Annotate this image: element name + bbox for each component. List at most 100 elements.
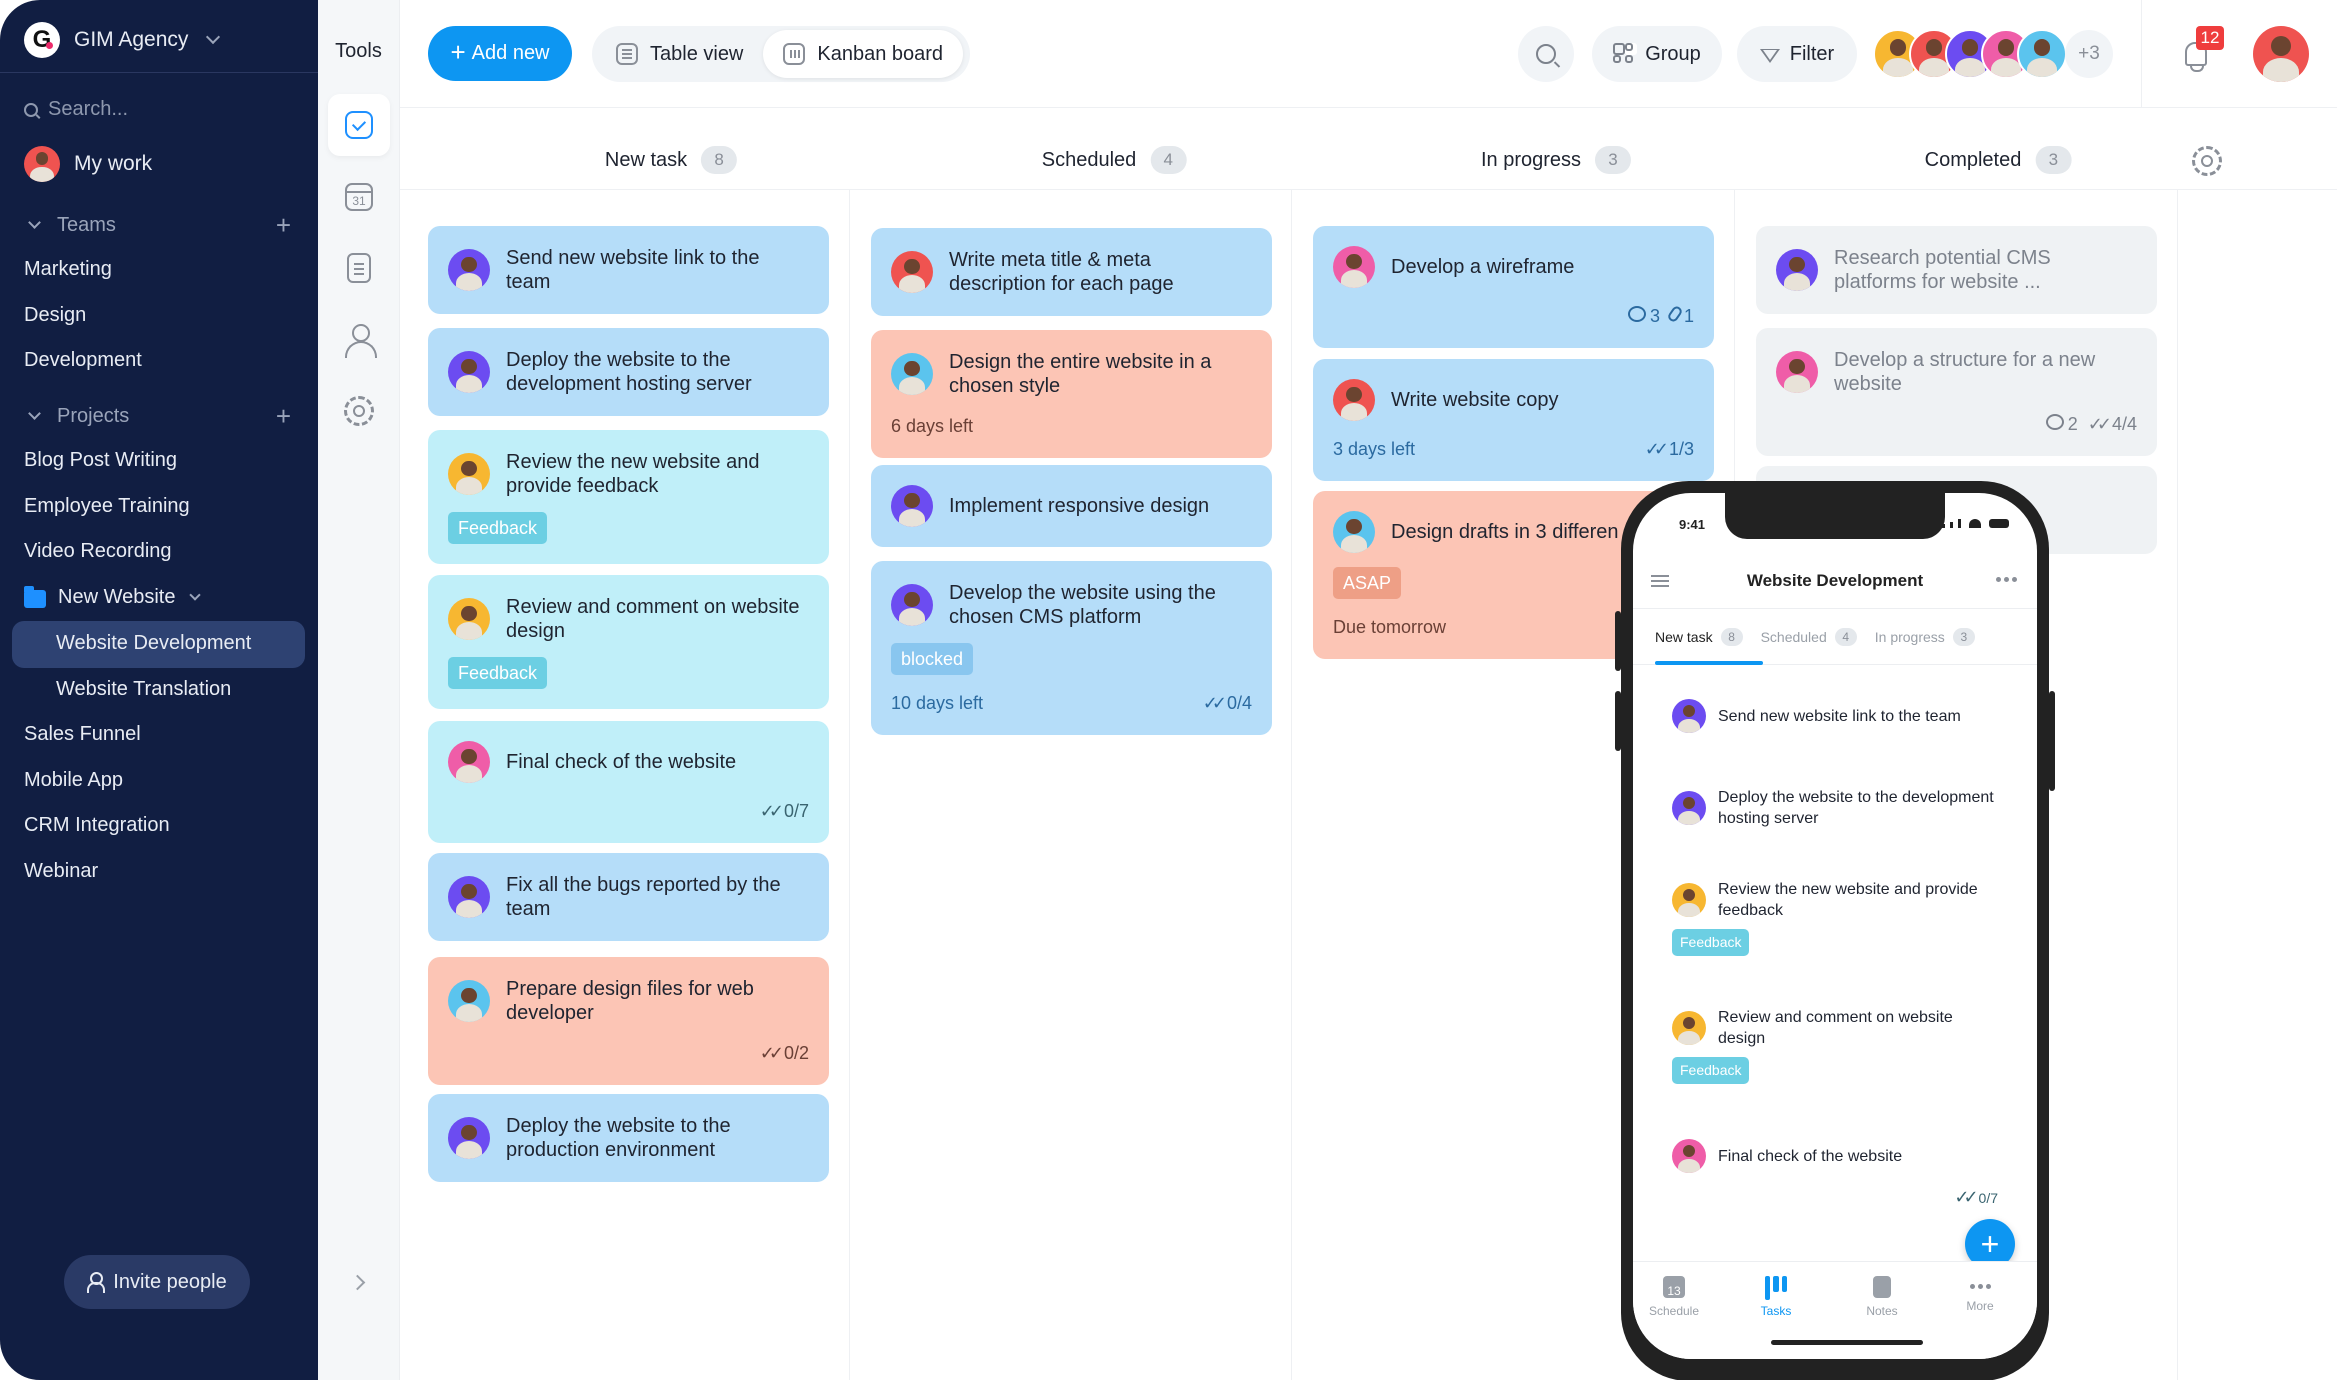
sidebar-item-mobile-app[interactable]: Mobile App	[24, 769, 123, 792]
notes-icon	[1873, 1276, 1891, 1298]
nav-schedule[interactable]: 13 Schedule	[1639, 1276, 1709, 1318]
tool-tasks[interactable]	[328, 94, 390, 156]
signal-icon	[1958, 519, 1961, 528]
tool-calendar[interactable]: 31	[328, 166, 390, 228]
sidebar-item-webinar[interactable]: Webinar	[24, 860, 98, 883]
attachment-number: 1	[1683, 306, 1694, 326]
sidebar-item-website-translation[interactable]: Website Translation	[56, 678, 231, 701]
phone-side-button	[1615, 611, 1621, 671]
add-project-button[interactable]: +	[276, 403, 291, 429]
task-card[interactable]: Send new website link to the team	[1652, 685, 2018, 759]
card-header: Final check of the website	[448, 741, 809, 783]
task-card[interactable]: Final check of the website ✓✓ 0/7	[428, 721, 829, 843]
nav-more[interactable]: More	[1945, 1276, 2015, 1313]
task-card[interactable]: Develop a wireframe 3 1	[1313, 226, 1714, 348]
tab-label: Scheduled	[1760, 628, 1827, 645]
card-header: Implement responsive design	[891, 485, 1252, 527]
task-card[interactable]: Write meta title & meta description for …	[871, 228, 1272, 316]
sidebar-item-blog-post-writing[interactable]: Blog Post Writing	[24, 449, 177, 472]
task-meta: 2 ✓✓ 4/4	[1776, 412, 2137, 436]
task-card[interactable]: Deploy the website to the production env…	[428, 1094, 829, 1182]
sidebar-item-website-development[interactable]: Website Development	[56, 632, 251, 655]
task-tag: blocked	[891, 643, 974, 675]
sidebar-folder-new-website[interactable]: New Website	[24, 585, 202, 609]
task-card[interactable]: Implement responsive design	[871, 465, 1272, 547]
tool-settings[interactable]	[328, 380, 390, 442]
task-card[interactable]: Design the entire website in a chosen st…	[871, 330, 1272, 458]
task-card[interactable]: Develop a structure for a new website 2 ✓✓…	[1756, 328, 2157, 456]
task-card[interactable]: Deploy the website to the development ho…	[1652, 773, 2018, 853]
more-members-button[interactable]: +3	[2065, 30, 2113, 78]
checklist-icon: ✓✓	[759, 1043, 784, 1063]
invite-people-button[interactable]: Invite people	[64, 1255, 250, 1309]
checklist-count: 4/4	[2111, 414, 2137, 434]
filter-button[interactable]: Filter	[1737, 26, 1857, 82]
view-switcher: Table view Kanban board	[592, 26, 970, 82]
menu-icon[interactable]	[1651, 575, 1669, 577]
board-column-headers: New task 8 Scheduled 4 In progress 3 Com…	[400, 108, 2337, 190]
card-header: Fix all the bugs reported by the team	[448, 873, 809, 921]
task-card[interactable]: Review and comment on website design Feed…	[428, 575, 829, 709]
more-icon[interactable]	[1996, 577, 2017, 582]
task-tag: ASAP	[1333, 567, 1402, 599]
sidebar-item-video-recording[interactable]: Video Recording	[24, 540, 172, 563]
checklist-count: 0/2	[783, 1043, 809, 1063]
phone-tab-in-progress[interactable]: In progress 3	[1875, 627, 1975, 646]
task-card[interactable]: Review the new website and provide feedb…	[1652, 865, 2018, 981]
sidebar-item-development[interactable]: Development	[24, 349, 142, 372]
column-count: 8	[701, 146, 738, 174]
task-card[interactable]: Write website copy 3 days left ✓✓ 1/3	[1313, 359, 1714, 481]
checklist: ✓✓ 0/2	[760, 1041, 809, 1065]
divider	[2141, 0, 2142, 108]
board-settings-button[interactable]	[2192, 146, 2222, 176]
chevron-down-icon	[189, 588, 202, 601]
tool-notes[interactable]	[328, 237, 390, 299]
checklist: ✓✓ 0/7	[760, 799, 809, 823]
sidebar-item-marketing[interactable]: Marketing	[24, 258, 112, 281]
search-icon	[1536, 44, 1556, 64]
tab-kanban-board[interactable]: Kanban board	[763, 30, 964, 78]
task-indicators: ✓✓ 0/7	[760, 799, 809, 823]
search-button[interactable]	[1518, 26, 1574, 82]
sidebar-search[interactable]: Search...	[24, 98, 128, 121]
notification-badge: 12	[2196, 26, 2224, 50]
task-card[interactable]: Develop the website using the chosen CMS…	[871, 561, 1272, 735]
column-title: In progress	[1480, 148, 1582, 171]
task-card[interactable]: Research potential CMS platforms for web…	[1756, 226, 2157, 314]
task-card[interactable]: Review the new website and provide feedb…	[428, 430, 829, 564]
sidebar-item-employee-training[interactable]: Employee Training	[24, 495, 190, 518]
projects-section-header[interactable]: Projects +	[26, 403, 291, 429]
sidebar-item-design[interactable]: Design	[24, 304, 86, 327]
phone-tab-scheduled[interactable]: Scheduled 4	[1760, 627, 1857, 646]
task-card[interactable]: Fix all the bugs reported by the team	[428, 853, 829, 941]
phone-tab-new-task[interactable]: New task 8	[1655, 627, 1743, 646]
task-card[interactable]: Deploy the website to the development ho…	[428, 328, 829, 416]
teams-section-header[interactable]: Teams +	[26, 212, 291, 238]
user-avatar[interactable]	[2253, 26, 2309, 82]
add-team-button[interactable]: +	[276, 212, 291, 238]
task-title: Design the entire website in a chosen st…	[949, 351, 1212, 397]
task-card[interactable]: Prepare design files for web developer ✓✓…	[428, 957, 829, 1085]
tab-table-view[interactable]: Table view	[596, 30, 763, 78]
add-new-button[interactable]: + Add new	[428, 26, 572, 81]
group-button[interactable]: Group	[1592, 26, 1722, 82]
task-card[interactable]: Send new website link to the team	[428, 226, 829, 314]
nav-tasks[interactable]: Tasks	[1741, 1276, 1811, 1318]
task-card[interactable]: Review and comment on website design Feed…	[1652, 993, 2018, 1109]
add-new-label: Add new	[471, 42, 550, 64]
workspace-switcher[interactable]: G GIM Agency	[24, 20, 221, 60]
sidebar-item-my-work[interactable]: My work	[24, 146, 152, 182]
card-header: Develop the website using the chosen CMS…	[891, 581, 1252, 629]
column-title: New task	[604, 148, 688, 171]
sidebar-item-sales-funnel[interactable]: Sales Funnel	[24, 723, 141, 746]
tools-rail: Tools 31	[318, 0, 400, 1380]
expand-chevron-icon[interactable]	[349, 1274, 366, 1291]
nav-notes[interactable]: Notes	[1847, 1276, 1917, 1318]
team-members[interactable]	[1873, 26, 2067, 82]
sidebar-item-crm-integration[interactable]: CRM Integration	[24, 814, 170, 837]
tool-contacts[interactable]	[328, 309, 390, 371]
assignee-avatar	[448, 453, 490, 495]
checklist: ✓✓ 4/4	[2088, 412, 2137, 436]
task-card[interactable]: Final check of the website ✓✓ 0/7	[1652, 1125, 2018, 1227]
member-avatar[interactable]	[2017, 29, 2067, 79]
